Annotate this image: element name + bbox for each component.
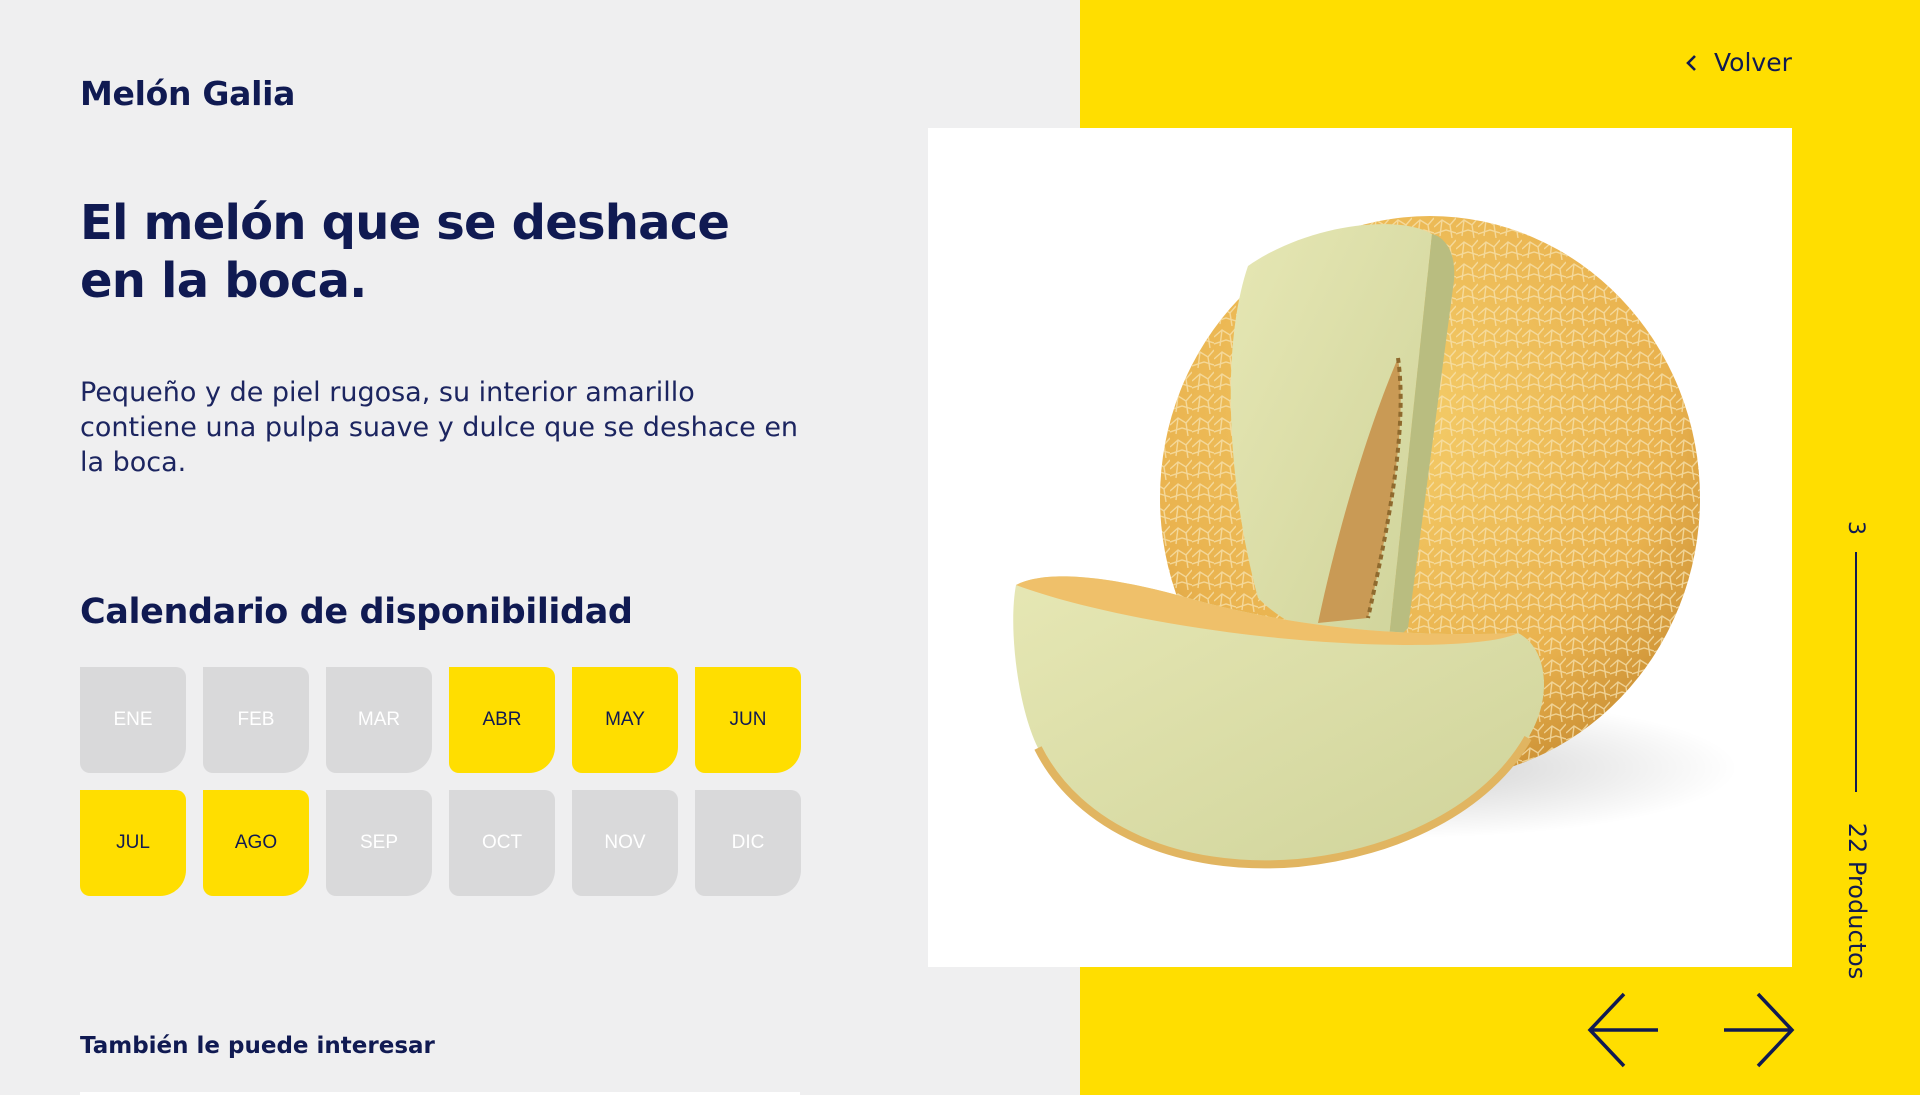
pager-total: 22 Productos [1843,822,1871,980]
month-tile: MAY [572,667,678,773]
month-tile: ENE [80,667,186,773]
related-products-title: También le puede interesar [80,1033,435,1059]
next-product-button[interactable] [1720,990,1796,1070]
month-tile: SEP [326,790,432,896]
previous-product-button[interactable] [1586,990,1662,1070]
month-tile: DIC [695,790,801,896]
back-label: Volver [1714,48,1792,77]
month-tile: ABR [449,667,555,773]
chevron-left-icon [1686,54,1696,71]
month-tile: OCT [449,790,555,896]
back-button[interactable]: Volver [1684,48,1792,77]
availability-calendar: ENE FEB MAR ABR MAY JUN JUL AGO SEP OCT … [80,667,802,896]
arrow-right-icon [1724,992,1795,1068]
month-tile: JUN [695,667,801,773]
product-image [928,128,1792,967]
pager-divider [1855,552,1857,792]
pager-current: 3 [1843,521,1868,535]
product-description: Pequeño y de piel rugosa, su interior am… [80,377,799,478]
product-pager: 3 22 Productos [1838,516,1874,979]
product-headline: El melón que se deshace en la boca. [80,195,730,309]
product-name: Melón Galia [80,74,296,113]
month-tile: NOV [572,790,678,896]
month-tile: JUL [80,790,186,896]
month-tile: FEB [203,667,309,773]
melon-image [1013,216,1738,869]
month-tile: MAR [326,667,432,773]
calendar-title: Calendario de disponibilidad [80,592,633,632]
arrow-left-icon [1587,992,1658,1068]
month-tile: AGO [203,790,309,896]
